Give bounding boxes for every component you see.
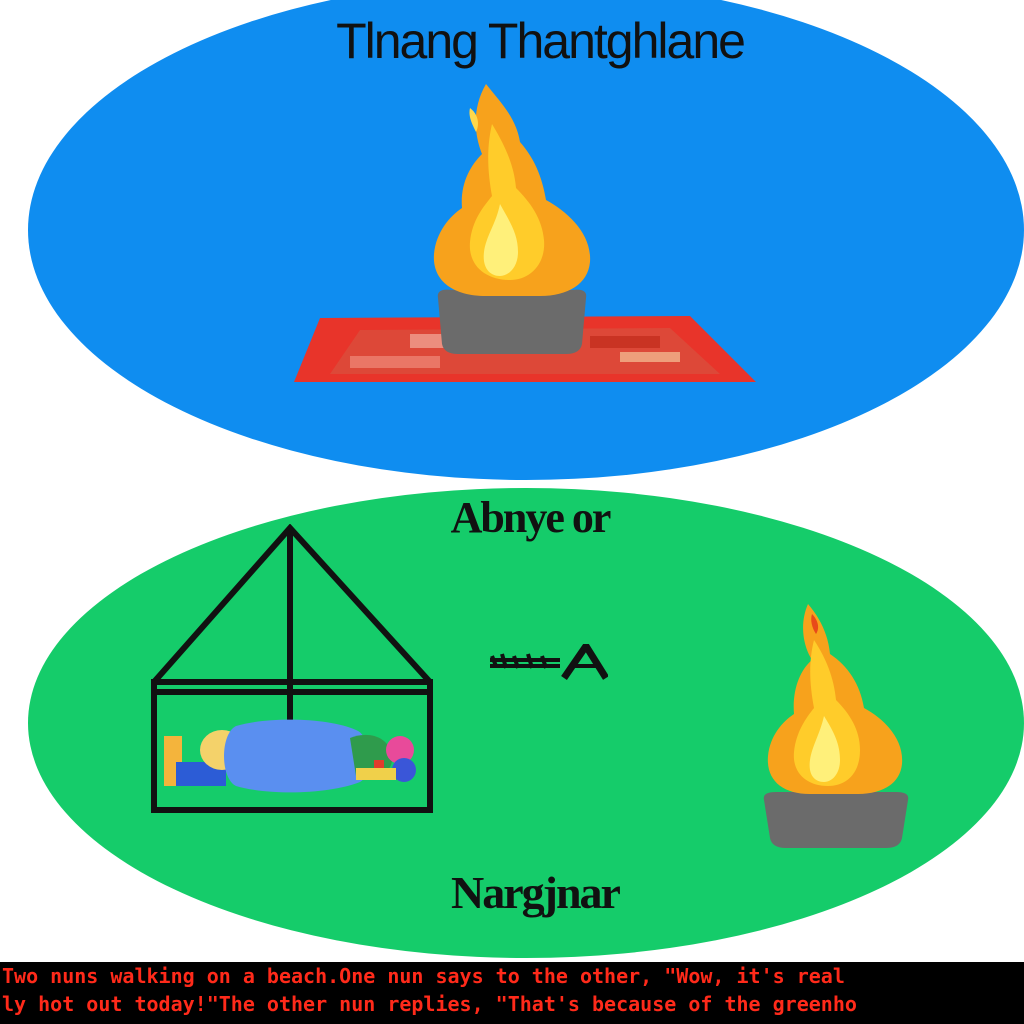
bottom-panel-upper-label: Abnye or <box>450 493 612 542</box>
caption-line-2: ly hot out today!"The other nun replies,… <box>2 992 857 1016</box>
sleeping-person-icon <box>164 719 416 793</box>
bottom-panel-lower-label: Nargjnar <box>451 867 621 918</box>
fire-icon <box>433 84 591 296</box>
top-panel-title: Tlnang Thantghlane <box>336 13 746 69</box>
caption-bar: Two nuns walking on a beach.One nun says… <box>0 962 1024 1024</box>
arrow-sign-icon <box>490 644 608 680</box>
brazier-icon <box>763 792 909 848</box>
illustration-canvas: Tlnang Thantghlane Abnye or Nargjnar Two… <box>0 0 1024 1024</box>
fire-icon <box>767 604 903 794</box>
caption-line-1: Two nuns walking on a beach.One nun says… <box>2 964 845 988</box>
